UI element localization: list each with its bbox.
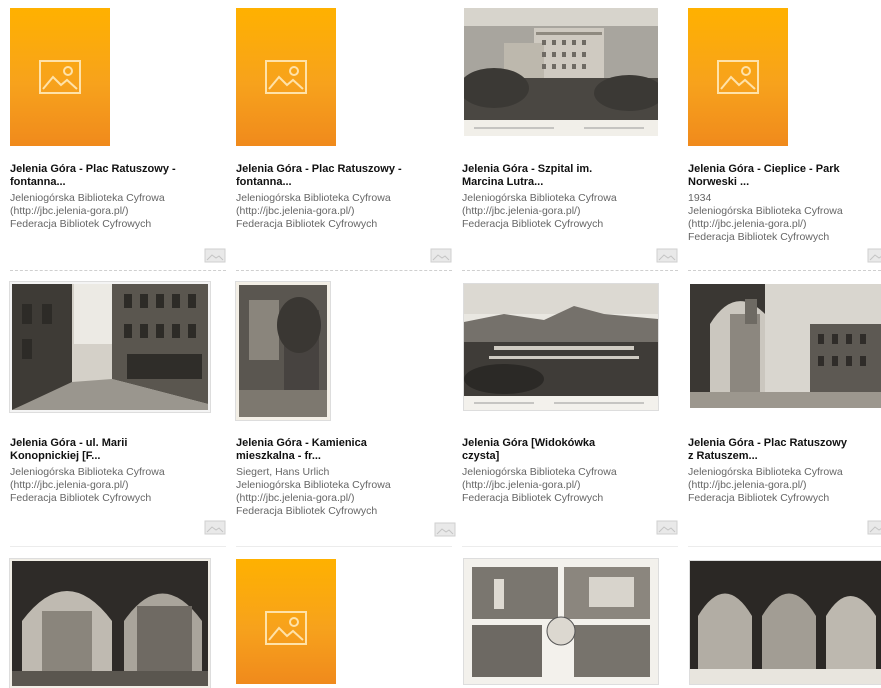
results-grid: Jelenia Góra - Plac Ratuszowy - fontanna.…	[0, 0, 881, 688]
placeholder-thumbnail[interactable]	[688, 8, 788, 146]
placeholder-thumbnail[interactable]	[236, 559, 336, 684]
image-type-icon	[434, 522, 456, 537]
street-photo-thumbnail[interactable]	[10, 282, 210, 412]
result-meta: Jeleniogórska Biblioteka Cyfrowa (http://…	[10, 466, 165, 504]
result-card[interactable]: Jelenia Góra - Szpital im. Marcina Lutra.…	[462, 8, 678, 280]
placeholder-thumbnail[interactable]	[10, 8, 110, 146]
image-type-icon	[204, 520, 226, 535]
image-icon	[39, 60, 81, 94]
result-title[interactable]: Jelenia Góra [Widokówka czysta]	[462, 437, 678, 463]
result-meta: Siegert, Hans Urlich Jeleniogórska Biblio…	[236, 466, 391, 517]
image-type-icon	[867, 248, 881, 263]
result-card[interactable]: Jelenia Góra [Widokówka czysta] Jeleniogó…	[462, 282, 678, 547]
result-meta: Jeleniogórska Biblioteka Cyfrowa (http://…	[10, 192, 165, 230]
arcade-photo-thumbnail[interactable]	[10, 559, 210, 688]
image-icon	[265, 60, 307, 94]
result-card[interactable]: Jelenia Góra - ul. Marii Konopnickiej [F.…	[10, 282, 226, 547]
image-type-icon	[656, 520, 678, 535]
result-card[interactable]: Jelenia Góra - Plac Ratuszowy - fontanna.…	[236, 8, 452, 280]
card-separator	[236, 270, 452, 271]
result-title[interactable]: Jelenia Góra - ul. Marii Konopnickiej [F.…	[10, 437, 226, 463]
tenement-photo-thumbnail[interactable]	[236, 282, 330, 420]
card-separator	[10, 270, 226, 271]
image-type-icon	[656, 248, 678, 263]
multiview-postcard-thumbnail[interactable]	[464, 559, 658, 684]
result-card[interactable]	[462, 559, 678, 684]
panorama-photo-thumbnail[interactable]	[464, 284, 658, 410]
result-meta: Jeleniogórska Biblioteka Cyfrowa (http://…	[462, 466, 617, 504]
result-card[interactable]: Jelenia Góra - Cieplice - Park Norweski .…	[688, 8, 881, 280]
result-meta: Jeleniogórska Biblioteka Cyfrowa (http://…	[236, 192, 391, 230]
card-separator	[688, 270, 881, 271]
result-card[interactable]	[10, 559, 226, 688]
card-separator	[10, 546, 226, 547]
result-title[interactable]: Jelenia Góra - Kamienica mieszkalna - fr.…	[236, 437, 452, 463]
result-title[interactable]: Jelenia Góra - Cieplice - Park Norweski .…	[688, 163, 881, 189]
placeholder-thumbnail[interactable]	[236, 8, 336, 146]
result-title[interactable]: Jelenia Góra - Szpital im. Marcina Lutra.…	[462, 163, 678, 189]
arcades-photo-thumbnail[interactable]	[690, 561, 881, 684]
result-meta: 1934 Jeleniogórska Biblioteka Cyfrowa (htt…	[688, 192, 843, 243]
image-type-icon	[867, 520, 881, 535]
result-card[interactable]: Jelenia Góra - Plac Ratuszowy z Ratuszem.…	[688, 282, 881, 547]
hospital-photo-thumbnail[interactable]	[464, 8, 658, 136]
image-icon	[265, 611, 307, 645]
image-type-icon	[204, 248, 226, 263]
card-separator	[688, 546, 881, 547]
card-separator	[236, 546, 452, 547]
result-title[interactable]: Jelenia Góra - Plac Ratuszowy z Ratuszem.…	[688, 437, 881, 463]
image-icon	[717, 60, 759, 94]
card-separator	[462, 270, 678, 271]
card-separator	[462, 546, 678, 547]
result-title[interactable]: Jelenia Góra - Plac Ratuszowy - fontanna.…	[10, 163, 226, 189]
result-meta: Jeleniogórska Biblioteka Cyfrowa (http://…	[462, 192, 617, 230]
result-card[interactable]	[688, 559, 881, 684]
result-meta: Jeleniogórska Biblioteka Cyfrowa (http://…	[688, 466, 843, 504]
result-card[interactable]: Jelenia Góra - Kamienica mieszkalna - fr.…	[236, 282, 456, 547]
result-card[interactable]: Jelenia Góra - Plac Ratuszowy - fontanna.…	[10, 8, 226, 280]
town-square-photo-thumbnail[interactable]	[690, 284, 881, 408]
result-card[interactable]	[236, 559, 452, 684]
image-type-icon	[430, 248, 452, 263]
result-title[interactable]: Jelenia Góra - Plac Ratuszowy - fontanna.…	[236, 163, 452, 189]
